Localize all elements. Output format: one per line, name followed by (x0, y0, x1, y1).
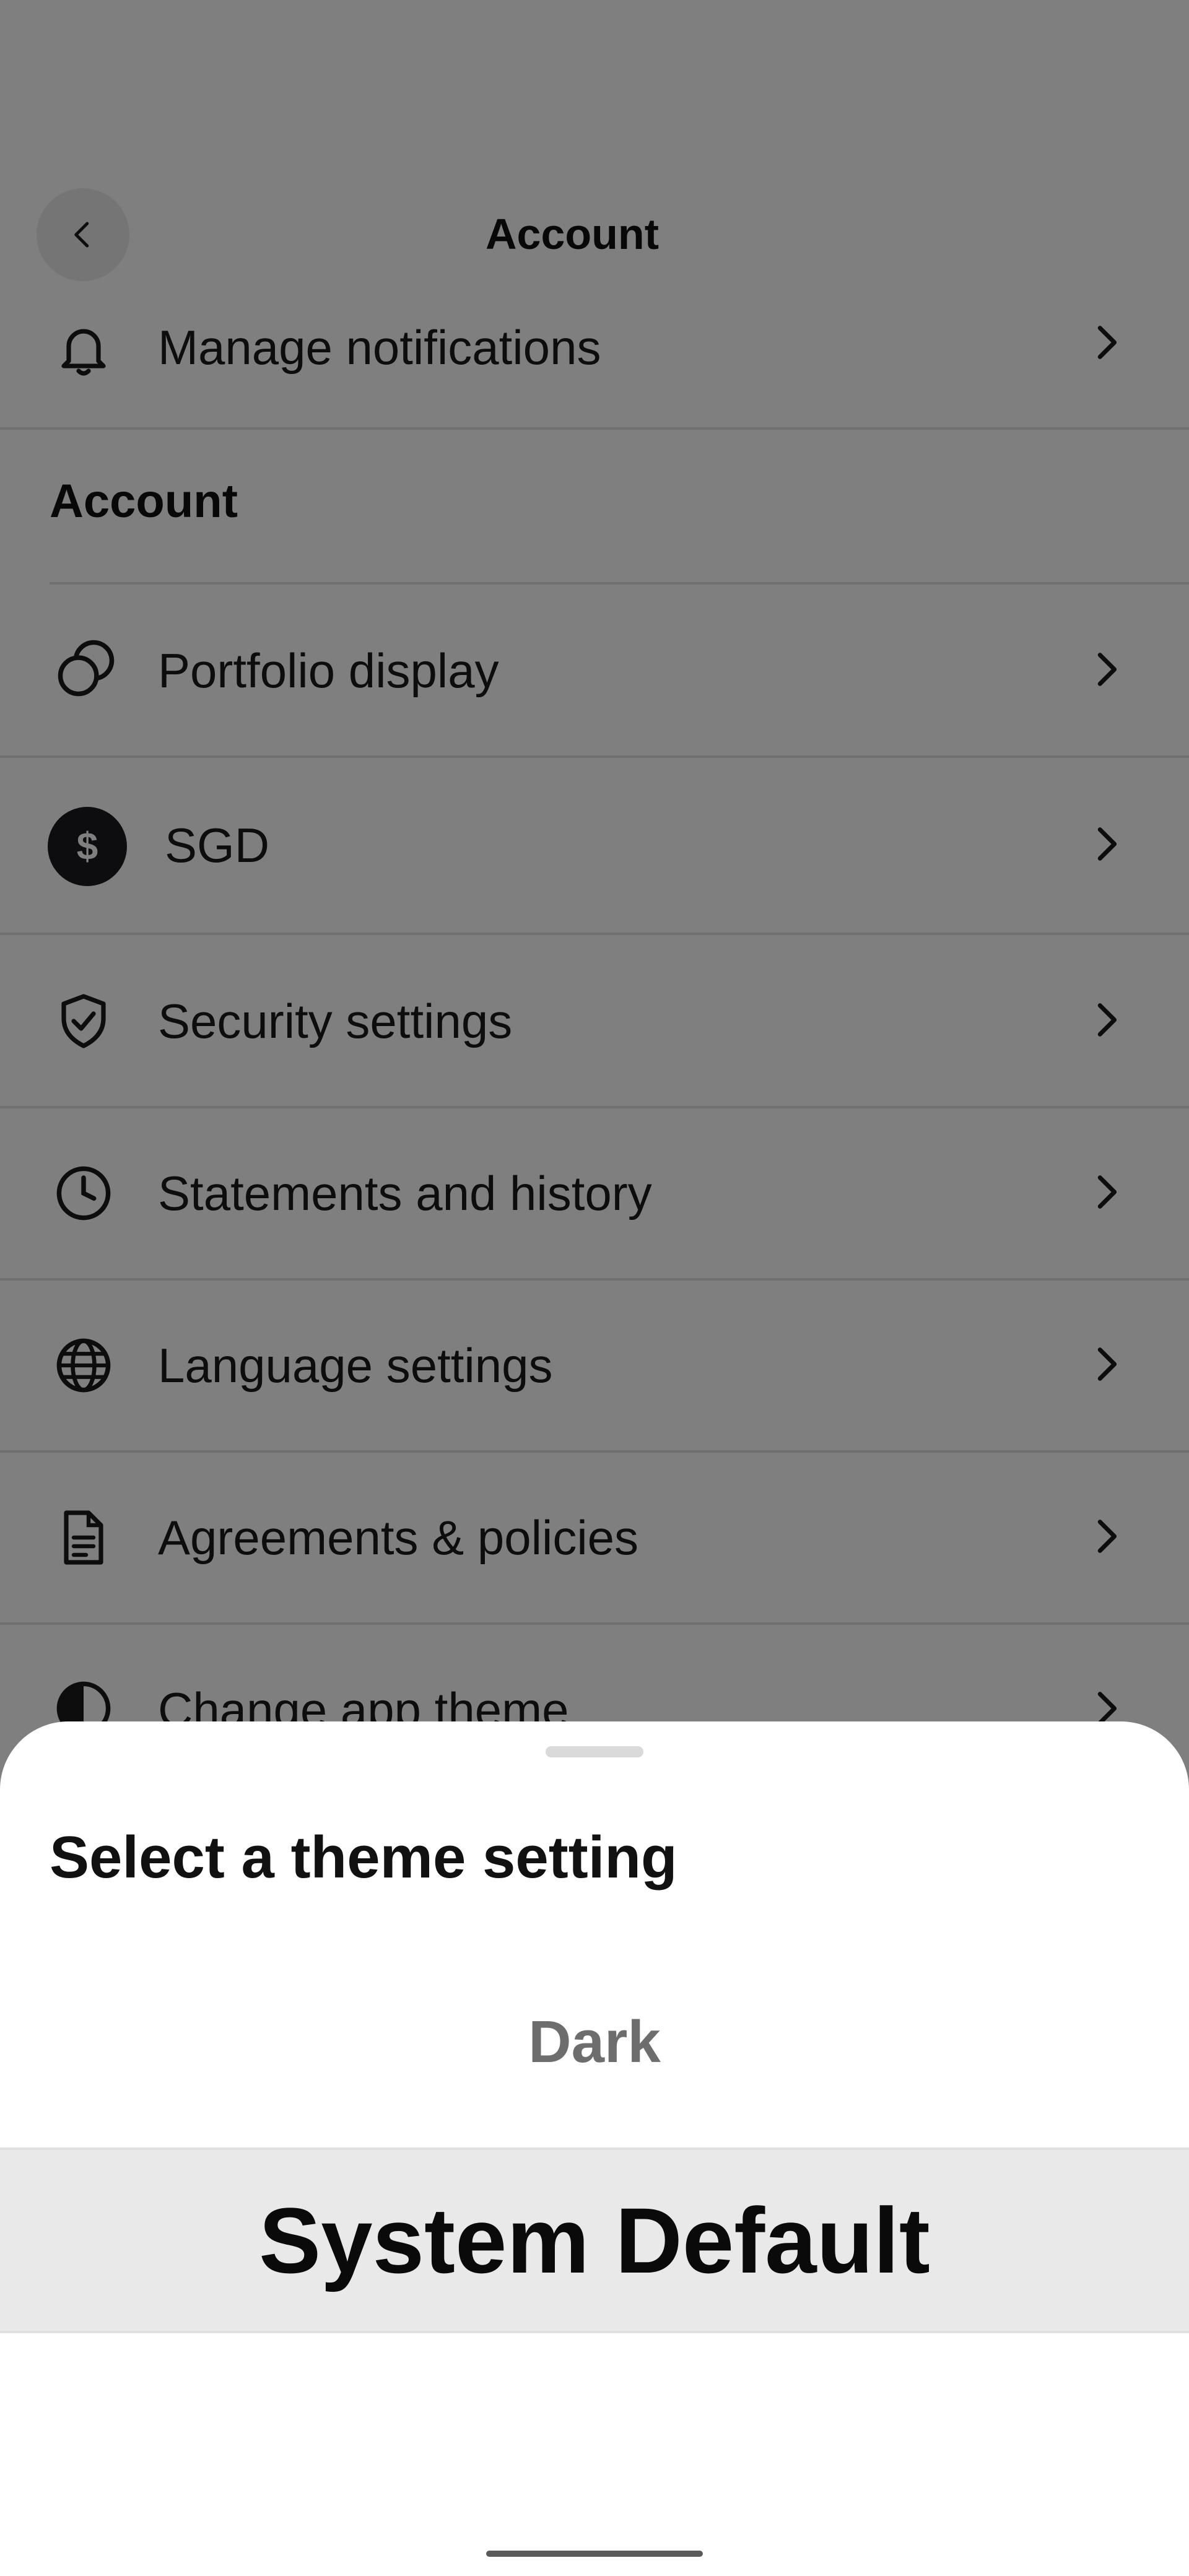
account-screen: 12:00 Account Manage notifications (0, 0, 1189, 2576)
sheet-drag-handle[interactable] (546, 1746, 643, 1757)
theme-option-system-default[interactable]: System Default (0, 2147, 1189, 2333)
theme-option-dark[interactable]: Dark (0, 2008, 1189, 2076)
sheet-title: Select a theme setting (50, 1824, 677, 1891)
theme-bottom-sheet: Select a theme setting Dark System Defau… (0, 1721, 1189, 2576)
home-indicator[interactable] (486, 2551, 703, 2557)
